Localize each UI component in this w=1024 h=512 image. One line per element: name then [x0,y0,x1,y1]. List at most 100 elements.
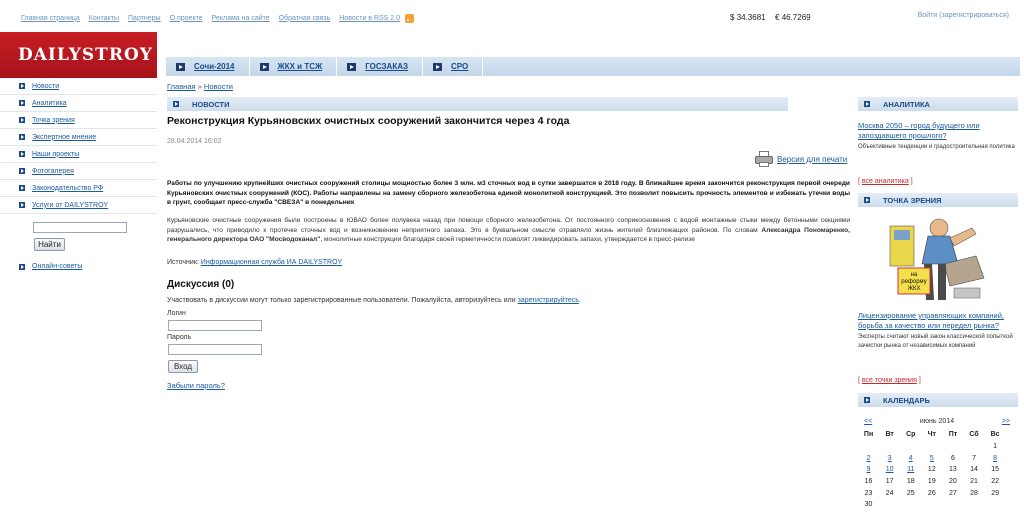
rss-icon[interactable] [405,13,415,23]
arrow-icon [259,62,269,71]
calendar-day[interactable]: 4 [900,455,921,462]
calendar-weekday: Сб [969,431,979,439]
bracket-close: ] [918,377,921,384]
arrow-icon [176,62,185,71]
calendar-day: 23 [864,489,873,497]
calendar-day: 1 [993,443,998,451]
eur-symbol: € [775,13,780,22]
sidebar-item[interactable]: Аналитика [0,95,157,112]
viewpoint-cartoon-image[interactable]: на реформу ЖКХ [884,216,991,306]
password-input[interactable] [168,344,262,355]
sidebar-item-label: Аналитика [32,99,67,107]
top-nav-item[interactable]: Сочи-2014 [166,57,250,76]
calendar-day[interactable]: 8 [985,455,1006,462]
print-version-link[interactable]: Версия для печати [755,151,847,167]
search-input[interactable] [33,222,127,233]
online-advice-link[interactable]: Онлайн-советы [19,263,82,270]
all-viewpoints-link[interactable]: [ все точки зрения ] [858,377,921,384]
calendar-day: 22 [991,478,999,486]
breadcrumb-current[interactable]: Новости [204,82,233,91]
calendar-day: 12 [927,466,936,474]
login-input[interactable] [168,320,262,331]
all-analytics-link[interactable]: [ все аналитика ] [858,178,913,185]
calendar-weekday: Вс [990,431,1000,439]
calendar-day[interactable]: 5 [921,455,942,462]
sidebar-item[interactable]: Законодательство РФ [0,180,157,197]
top-link[interactable]: Обратная связь [279,15,331,22]
calendar-day: 19 [927,478,936,486]
sidebar-item[interactable]: Услуги от DAILYSTROY [0,197,157,214]
article-title: Реконструкция Курьяновских очистных соор… [167,115,570,127]
usd-symbol: $ [730,13,735,22]
sidebar-item[interactable]: Наши проекты [0,146,157,163]
top-link[interactable]: Новости в RSS 2.0 [339,15,400,22]
calendar-day[interactable]: 2 [858,455,879,462]
calendar-next-button[interactable]: >> [1002,418,1010,425]
calendar-day[interactable]: 10 [879,466,900,473]
bracket-open: [ [858,377,860,384]
article-source: Источник: Информационная служба ИА DAILY… [167,259,342,266]
sidebar-item[interactable]: Экспертное мнение [0,129,157,146]
forgot-password-link[interactable]: Забыли пароль? [167,381,225,390]
top-link[interactable]: Контакты [89,15,119,22]
arrow-icon [864,197,870,203]
sidebar-item-label: Новости [32,82,60,90]
bracket-close: ] [910,178,913,185]
top-link[interactable]: Реклама на сайте [212,15,270,22]
site-logo[interactable]: DAILYSTROY [0,32,157,78]
analytics-article-link[interactable]: Москва 2050 – город будущего или запозда… [858,121,1018,141]
top-link[interactable]: Партнеры [128,15,161,22]
search-button[interactable]: Найти [34,238,65,251]
calendar-prev-button[interactable]: << [864,418,872,425]
sidebar-item[interactable]: Точка зрения [0,112,157,129]
calendar-day[interactable]: 3 [879,455,900,462]
calendar-day[interactable]: 11 [900,466,921,473]
login-register-link[interactable]: Войти (зарегистрироваться) [918,12,1009,19]
top-link[interactable]: О проекте [170,15,203,22]
calendar-day: 21 [970,478,978,486]
breadcrumb: Главная » Новости [167,82,233,91]
top-nav-label: Сочи-2014 [194,62,235,71]
calendar-day: 20 [949,478,957,486]
sidebar-item-label: Законодательство РФ [32,184,104,192]
printer-icon [755,151,773,167]
arrow-icon [19,168,25,174]
top-nav-item[interactable]: ЖКХ и ТСЖ [250,57,338,76]
sidebar-item[interactable]: Фотогалерея [0,163,157,180]
top-link[interactable]: Главная страница [21,15,80,22]
arrow-icon [347,62,357,71]
top-links: Главная страница Контакты Партнеры О проект… [21,12,415,24]
register-link[interactable]: зарегистрируйтесь [518,297,579,304]
password-label: Пароль [167,334,192,341]
currency-usd: $ 34.3681 [730,13,766,22]
calendar-weekday: Ср [906,431,916,439]
calendar-day: 26 [927,489,936,497]
sidebar-item-label: Фотогалерея [32,167,74,175]
breadcrumb-separator: » [197,82,202,91]
all-analytics-label: все аналитика [861,178,909,185]
sidebar-item[interactable]: Новости [0,78,157,95]
usd-rate: 34.3681 [736,13,766,22]
calendar-day[interactable]: 9 [858,466,879,473]
top-nav-item[interactable]: СРО [423,57,484,76]
sign-text-3: ЖКХ [907,286,920,292]
calendar-week-row: 23 24 25 26 27 28 29 [858,487,1006,499]
arrow-icon [19,185,25,191]
login-label: Логин [167,310,186,317]
viewpoint-article-link[interactable]: Лицензирование управляющих компаний, бор… [858,311,1018,331]
viewpoint-title: ТОЧКА ЗРЕНИЯ [883,195,942,205]
source-link[interactable]: Информационная служба ИА DAILYSTROY [201,259,342,266]
source-label: Источник: [167,259,199,266]
arrow-icon [433,62,443,71]
calendar-week-row: 30 [858,499,1006,511]
arrow-icon [19,100,25,106]
login-submit-button[interactable]: Вход [168,360,198,373]
calendar-month: июнь 2014 [919,418,955,425]
sidebar-item-label: Точка зрения [32,116,75,124]
sign-text-2: реформу [901,279,926,285]
analytics-article-desc: Объективные тенденции и градостроительна… [858,144,1015,150]
top-nav-item[interactable]: ГОСЗАКАЗ [337,57,424,76]
sidebar-item-label: Экспертное мнение [32,133,97,141]
breadcrumb-home[interactable]: Главная [167,82,196,91]
calendar-day: 28 [970,489,978,497]
